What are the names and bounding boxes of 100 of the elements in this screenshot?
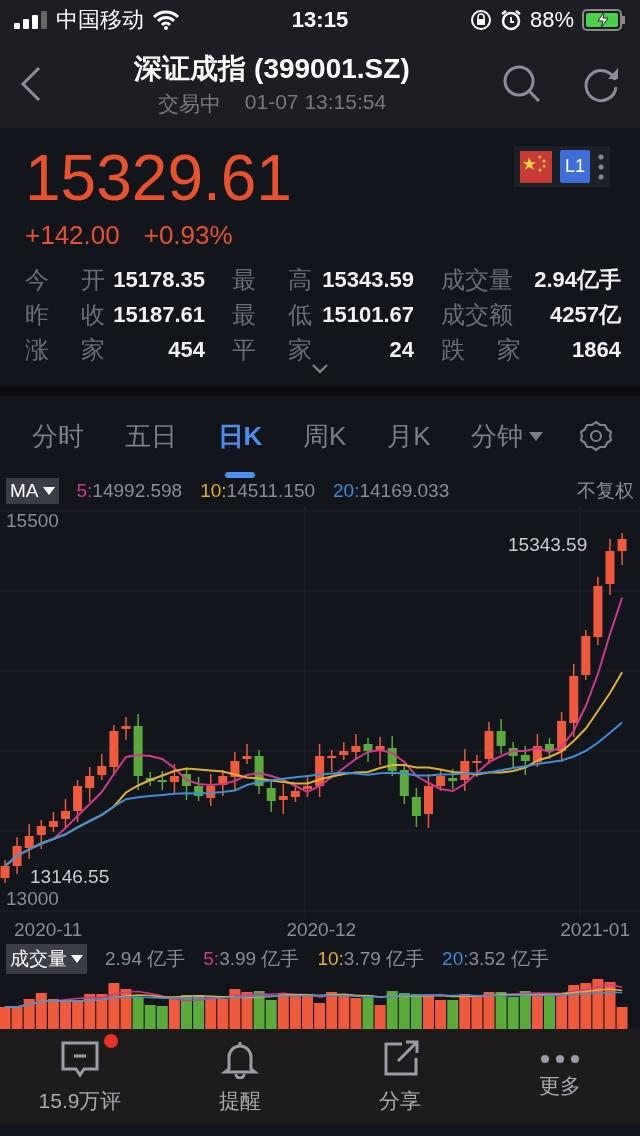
candlestick xyxy=(157,770,167,791)
quote-timestamp: 01-07 13:15:54 xyxy=(244,90,387,115)
candlestick xyxy=(460,748,470,792)
candlestick xyxy=(145,771,155,787)
candlestick xyxy=(605,538,615,596)
candlestick xyxy=(194,776,204,802)
ma-legend-item: 20:14169.033 xyxy=(333,480,450,502)
stat-value: 15101.67 xyxy=(322,301,414,328)
candlestick xyxy=(218,769,228,797)
candlestick xyxy=(48,811,58,833)
bottom-nav-item[interactable]: 提醒 xyxy=(170,1038,310,1116)
chart-tab[interactable]: 分钟 xyxy=(467,394,548,478)
caret-icon xyxy=(42,487,55,495)
volume-bar xyxy=(580,983,592,1029)
x-axis-label: 2020-12 xyxy=(286,919,357,941)
volume-bar xyxy=(471,995,483,1029)
chart-tab[interactable]: 月K xyxy=(383,394,435,478)
volume-bar xyxy=(410,994,422,1029)
candlestick xyxy=(290,784,300,803)
caret-icon xyxy=(71,955,83,963)
volume-bar xyxy=(435,1000,447,1029)
candlestick xyxy=(363,737,373,763)
indicator-selector[interactable]: MA xyxy=(6,478,59,504)
volume-bar xyxy=(96,994,108,1029)
candlestick xyxy=(339,741,349,761)
volume-bar xyxy=(531,993,543,1029)
volume-bar xyxy=(253,991,265,1029)
candlestick xyxy=(206,773,216,807)
volume-bar xyxy=(84,994,96,1029)
stat-label: 今 xyxy=(25,264,49,295)
low-price-label: 13146.55 xyxy=(30,866,110,888)
candlestick xyxy=(436,769,446,792)
stat-label: 昨 xyxy=(25,299,49,330)
volume-bar xyxy=(289,994,301,1029)
settings-icon[interactable] xyxy=(579,420,612,452)
candlestick xyxy=(24,823,34,860)
stat-label: 涨 xyxy=(25,334,49,365)
candlestick xyxy=(315,743,325,798)
chart-tab[interactable]: 周K xyxy=(299,394,351,478)
volume-ma-item: 20:3.52 亿手 xyxy=(442,947,549,971)
volume-bar xyxy=(132,997,144,1029)
flag-icon[interactable] xyxy=(519,150,552,183)
stat-label: 最 xyxy=(232,299,256,330)
x-axis-label: 2020-11 xyxy=(14,919,83,941)
volume-bar xyxy=(205,999,217,1029)
chart-tab[interactable]: 分时 xyxy=(28,394,88,478)
bottom-nav-item[interactable]: 更多 xyxy=(490,1053,630,1101)
bottom-nav-item[interactable]: 15.9万评 xyxy=(10,1038,150,1116)
candlestick xyxy=(254,749,264,795)
stat-label: 成交额 xyxy=(441,299,513,330)
candlestick xyxy=(12,836,22,875)
chart-tab[interactable]: 日K xyxy=(213,394,267,478)
volume-bar xyxy=(423,994,434,1029)
volume-bar xyxy=(447,1000,459,1029)
volume-bar xyxy=(60,1001,71,1029)
volume-bar xyxy=(35,993,47,1029)
volume-bar xyxy=(362,995,374,1029)
stat-value: 2.94亿手 xyxy=(534,265,621,294)
more-vertical-icon[interactable] xyxy=(598,153,604,180)
y-axis-label: 15500 xyxy=(6,510,59,532)
volume-bar xyxy=(277,994,289,1029)
chart-tab[interactable]: 五日 xyxy=(120,394,181,478)
volume-bar xyxy=(168,999,180,1029)
search-icon[interactable] xyxy=(502,64,542,104)
more-icon xyxy=(540,1054,580,1064)
stat-value: 15343.59 xyxy=(322,266,414,293)
volume-bar xyxy=(568,985,580,1029)
high-price-label: 15343.59 xyxy=(508,534,588,556)
candlestick xyxy=(303,776,312,798)
battery-percent: 88% xyxy=(529,7,574,33)
chevron-down-icon[interactable] xyxy=(312,364,328,374)
volume-bar xyxy=(72,1001,84,1029)
volume-bar xyxy=(47,999,59,1029)
volume-bar xyxy=(459,994,471,1029)
price-change: +142.00 xyxy=(25,220,120,251)
adjustment-mode[interactable]: 不复权 xyxy=(577,478,634,504)
candlestick xyxy=(581,629,591,681)
volume-bar xyxy=(544,993,555,1029)
candlestick xyxy=(73,779,83,823)
volume-selector[interactable]: 成交量 xyxy=(6,944,87,974)
candlestick xyxy=(182,767,191,801)
volume-ma-item: 10:3.79 亿手 xyxy=(317,947,425,971)
volume-bar xyxy=(241,992,253,1029)
volume-bar xyxy=(326,992,338,1029)
volume-bar xyxy=(265,1000,277,1029)
candlestick xyxy=(36,819,46,850)
candlestick xyxy=(387,735,397,777)
candlestick xyxy=(496,718,506,755)
percent-change: +0.93% xyxy=(143,220,233,251)
bottom-nav-item[interactable]: 分享 xyxy=(330,1038,470,1116)
level-badge[interactable]: L1 xyxy=(559,150,590,183)
candlestick xyxy=(85,766,95,803)
back-icon[interactable] xyxy=(20,66,42,102)
candlestick xyxy=(472,754,482,778)
volume-bar xyxy=(302,994,313,1029)
candlestick xyxy=(617,532,627,566)
comment-icon xyxy=(60,1039,100,1079)
volume-bar xyxy=(181,995,192,1029)
candlestick xyxy=(351,733,361,761)
candlestick xyxy=(508,741,518,768)
